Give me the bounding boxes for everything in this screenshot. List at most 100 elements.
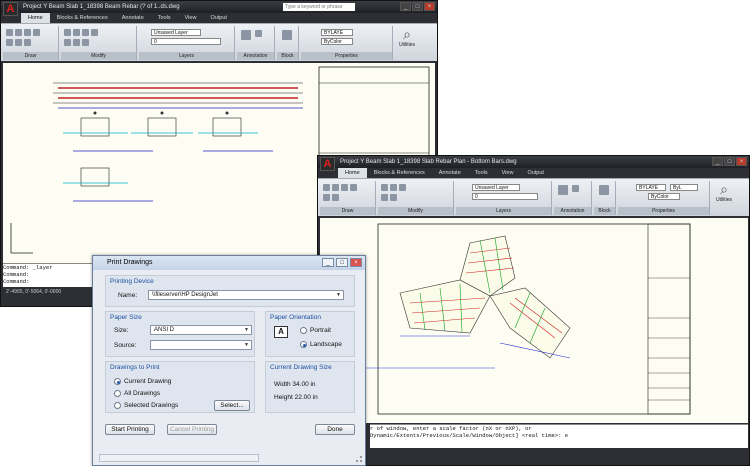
polyline-tool-icon[interactable] — [15, 29, 22, 36]
chevron-down-icon: ▼ — [336, 292, 341, 298]
panel-layers: Unsaved Layer 0 Layers — [139, 26, 235, 60]
tab-view[interactable]: View — [495, 168, 521, 178]
circle-tool-icon[interactable] — [350, 184, 357, 191]
linetype-combo[interactable]: ByL — [670, 184, 698, 191]
close-icon[interactable]: × — [350, 258, 362, 267]
tab-blocks-references[interactable]: Blocks & References — [50, 13, 115, 23]
all-drawings-radio[interactable] — [114, 390, 121, 397]
resize-grip-icon[interactable] — [356, 456, 362, 462]
text-tool-icon[interactable] — [558, 185, 568, 195]
insert-block-icon[interactable] — [282, 30, 292, 40]
landscape-radio[interactable] — [300, 341, 307, 348]
tab-annotate[interactable]: Annotate — [115, 13, 151, 23]
dimension-tool-icon[interactable] — [255, 30, 262, 37]
selected-drawings-radio[interactable] — [114, 402, 121, 409]
select-drawings-button[interactable]: Select... — [214, 400, 250, 411]
start-printing-button[interactable]: Start Printing — [105, 424, 155, 435]
trim-tool-icon[interactable] — [82, 29, 89, 36]
cancel-printing-button[interactable]: Cancel Printing — [167, 424, 217, 435]
layer-combo[interactable]: 0 — [472, 193, 538, 200]
tab-home[interactable]: Home — [21, 13, 50, 23]
drawing-height: Height 22.00 in — [274, 394, 318, 401]
autocad-logo-icon[interactable]: A — [3, 2, 18, 16]
close-icon[interactable]: × — [736, 157, 747, 166]
trim-tool-icon[interactable] — [399, 184, 406, 191]
panel-title-properties: Properties — [618, 207, 709, 215]
copy-tool-icon[interactable] — [381, 194, 388, 201]
tab-annotate[interactable]: Annotate — [432, 168, 468, 178]
rotate-tool-icon[interactable] — [73, 29, 80, 36]
panel-draw: Draw — [320, 181, 376, 215]
polyline-tool-icon[interactable] — [332, 184, 339, 191]
tab-home[interactable]: Home — [338, 168, 367, 178]
portrait-radio[interactable] — [300, 327, 307, 334]
tab-blocks-references[interactable]: Blocks & References — [367, 168, 432, 178]
minimize-icon[interactable]: _ — [322, 258, 334, 267]
panel-annotation: Annotation — [554, 181, 592, 215]
hatch-tool-icon[interactable] — [15, 39, 22, 46]
drawing-canvas[interactable] — [320, 218, 748, 423]
command-window[interactable]: r of window, enter a scale factor (nX or… — [370, 424, 748, 448]
maximize-icon[interactable]: □ — [336, 258, 348, 267]
print-drawings-dialog: Print Drawings _ □ × Printing Device Nam… — [92, 255, 366, 466]
fillet-tool-icon[interactable] — [73, 39, 80, 46]
stretch-tool-icon[interactable] — [82, 39, 89, 46]
window-title: Project Y Beam Slab 1_18398 Slab Rebar P… — [318, 156, 749, 168]
plotstyle-combo[interactable]: ByColor — [321, 38, 353, 45]
current-drawing-radio[interactable] — [114, 378, 121, 385]
mirror-tool-icon[interactable] — [390, 194, 397, 201]
tab-tools[interactable]: Tools — [468, 168, 495, 178]
layer-state-combo[interactable]: Unsaved Layer — [151, 29, 201, 36]
layer-combo[interactable]: 0 — [151, 38, 221, 45]
maximize-icon[interactable]: □ — [724, 157, 735, 166]
printing-device-group: Printing Device Name: \\fileserver\HP De… — [105, 275, 355, 307]
autocad-logo-icon[interactable]: A — [320, 157, 335, 171]
move-tool-icon[interactable] — [381, 184, 388, 191]
rectangle-tool-icon[interactable] — [323, 194, 330, 201]
ribbon: Draw Modify Unsaved Layer 0 Layers Annot… — [318, 178, 749, 216]
maximize-icon[interactable]: □ — [412, 2, 423, 11]
rectangle-tool-icon[interactable] — [6, 39, 13, 46]
landscape-label: Landscape — [310, 341, 342, 348]
paper-source-select[interactable]: ▼ — [150, 340, 252, 350]
size-label: Size: — [114, 327, 129, 334]
panel-title-modify: Modify — [378, 207, 453, 215]
close-icon[interactable]: × — [424, 2, 435, 11]
panel-title-properties: Properties — [301, 52, 392, 60]
tab-output[interactable]: Output — [520, 168, 551, 178]
copy-tool-icon[interactable] — [91, 29, 98, 36]
tab-tools[interactable]: Tools — [151, 13, 178, 23]
ellipse-tool-icon[interactable] — [24, 39, 31, 46]
search-input[interactable]: Type a keyword or phrase — [283, 3, 355, 11]
minimize-icon[interactable]: _ — [400, 2, 411, 11]
line-tool-icon[interactable] — [323, 184, 330, 191]
utilities-button[interactable]: ⌕ Utilities — [712, 181, 736, 209]
color-combo[interactable]: BYLAYE — [636, 184, 666, 191]
panel-title-block: Block — [594, 207, 615, 215]
name-label: Name: — [118, 292, 138, 299]
dimension-tool-icon[interactable] — [572, 185, 579, 192]
line-tool-icon[interactable] — [6, 29, 13, 36]
circle-tool-icon[interactable] — [33, 29, 40, 36]
layer-state-combo[interactable]: Unsaved Layer — [472, 184, 520, 191]
arc-tool-icon[interactable] — [341, 184, 348, 191]
color-combo[interactable]: BYLAYE — [321, 29, 353, 36]
done-button[interactable]: Done — [315, 424, 355, 435]
insert-block-icon[interactable] — [599, 185, 609, 195]
utilities-button[interactable]: ⌕ Utilities — [395, 26, 419, 54]
tab-view[interactable]: View — [178, 13, 204, 23]
plotstyle-combo[interactable]: ByColor — [648, 193, 680, 200]
mirror-tool-icon[interactable] — [64, 39, 71, 46]
rotate-tool-icon[interactable] — [390, 184, 397, 191]
printer-name-select[interactable]: \\fileserver\HP DesignJet ▼ — [148, 290, 344, 300]
window-title: Project Y Beam Slab 1_18398 Beam Rebar (… — [1, 1, 437, 13]
minimize-icon[interactable]: _ — [712, 157, 723, 166]
paper-size-select[interactable]: ANSI D ▼ — [150, 325, 252, 335]
text-tool-icon[interactable] — [241, 30, 251, 40]
arc-tool-icon[interactable] — [24, 29, 31, 36]
tab-output[interactable]: Output — [203, 13, 234, 23]
panel-modify: Modify — [378, 181, 454, 215]
ribbon: Draw Modify Unsaved Layer 0 Layers Annot… — [1, 23, 437, 61]
move-tool-icon[interactable] — [64, 29, 71, 36]
hatch-tool-icon[interactable] — [332, 194, 339, 201]
